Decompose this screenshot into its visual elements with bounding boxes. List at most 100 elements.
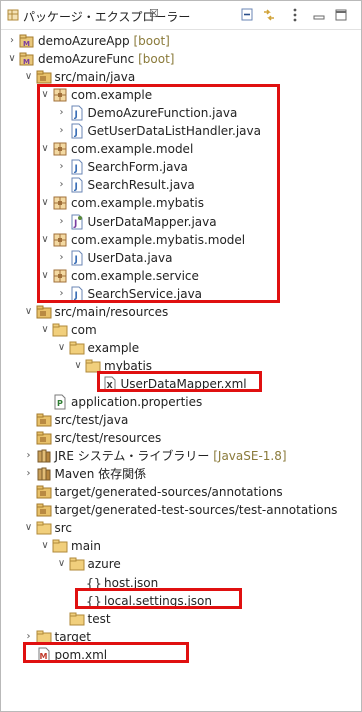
tree-item[interactable]: › J GetUserDataListHandler.java	[1, 122, 361, 140]
tree-item[interactable]: test	[1, 610, 361, 628]
tree-item[interactable]: ∨ main	[1, 537, 361, 555]
chevron-right-icon[interactable]: ›	[57, 105, 67, 121]
tree-item[interactable]: ∨ src	[1, 519, 361, 537]
tree-item[interactable]: ∨ src/main/java	[1, 68, 361, 86]
chevron-down-icon[interactable]: ∨	[24, 520, 34, 536]
chevron-right-icon[interactable]: ›	[57, 214, 67, 230]
tree-item-label: target	[54, 629, 92, 644]
source-folder-icon	[36, 430, 52, 446]
tree-item-label: GetUserDataListHandler.java	[87, 124, 261, 139]
link-with-editor-icon[interactable]	[261, 7, 277, 23]
chevron-down-icon[interactable]: ∨	[40, 87, 50, 103]
tree-item-label: src/main/resources	[54, 304, 169, 319]
tree-item[interactable]: ∨ MdemoAzureFunc [boot]	[1, 50, 361, 68]
view-menu-icon[interactable]	[287, 7, 303, 23]
tree-item-decoration: [boot]	[129, 34, 170, 48]
folder-icon	[69, 556, 85, 572]
tree-item[interactable]: ∨ com	[1, 321, 361, 339]
tree-item[interactable]: › target	[1, 628, 361, 646]
tree-item[interactable]: › MdemoAzureApp [boot]	[1, 32, 361, 50]
tree-item[interactable]: ∨ com.example.service	[1, 267, 361, 285]
tree-item[interactable]: › J UserDataMapper.java	[1, 213, 361, 231]
chevron-down-icon[interactable]: ∨	[24, 69, 34, 85]
package-explorer-view: パッケージ・エクスプローラー ☒ › MdemoAzureApp [boot] ∨ M…	[0, 0, 362, 712]
close-icon[interactable]: ☒	[149, 7, 159, 20]
tree-item[interactable]: ∨ example	[1, 339, 361, 357]
tree-item[interactable]: › Maven 依存関係	[1, 465, 361, 483]
json-file-icon: {}	[85, 575, 102, 592]
tree-item[interactable]: X UserDataMapper.xml	[1, 375, 361, 393]
tree-item[interactable]: › J SearchForm.java	[1, 158, 361, 176]
tree-item-decoration: [boot]	[134, 52, 175, 67]
tree-item-text: JRE システム・ライブラリー [JavaSE-1.8]	[55, 448, 287, 464]
svg-text:X: X	[106, 381, 113, 390]
tree-item[interactable]: ∨ mybatis	[1, 357, 361, 375]
chevron-down-icon[interactable]: ∨	[40, 141, 50, 157]
tree-item-label: local.settings.json	[104, 593, 212, 608]
tree-item[interactable]: › J SearchResult.java	[1, 176, 361, 194]
svg-text:M: M	[23, 40, 30, 48]
chevron-down-icon[interactable]: ∨	[57, 340, 67, 356]
tree-item[interactable]: › J UserData.java	[1, 249, 361, 267]
tree-item-label: SearchService.java	[87, 286, 203, 301]
tree-item-label: SearchForm.java	[87, 160, 188, 175]
tree-item-label: pom.xml	[54, 647, 108, 662]
chevron-down-icon[interactable]: ∨	[7, 51, 17, 67]
svg-text:{}: {}	[86, 577, 101, 591]
chevron-down-icon[interactable]: ∨	[24, 304, 34, 320]
chevron-right-icon[interactable]: ›	[24, 448, 34, 464]
svg-text:J: J	[73, 219, 77, 229]
project-icon: M	[19, 33, 35, 49]
tree-item[interactable]: Papplication.properties	[1, 393, 361, 411]
tree-item[interactable]: › J SearchService.java	[1, 285, 361, 303]
chevron-down-icon[interactable]: ∨	[73, 358, 83, 374]
chevron-down-icon[interactable]: ∨	[40, 195, 50, 211]
tree-item-label: main	[71, 539, 101, 554]
maven-pom-icon: M	[36, 647, 52, 663]
tree-item[interactable]: ∨ com.example.mybatis.model	[1, 231, 361, 249]
source-folder-icon	[36, 412, 52, 428]
tree-item-label: demoAzureApp	[38, 34, 130, 48]
tree-item[interactable]: ∨ com.example.mybatis	[1, 194, 361, 212]
chevron-right-icon[interactable]: ›	[24, 629, 34, 645]
tree-item-text: demoAzureApp [boot]	[38, 33, 170, 49]
chevron-right-icon[interactable]: ›	[57, 159, 67, 175]
tree-item-label: UserDataMapper.xml	[120, 376, 247, 391]
tree-item[interactable]: ∨ azure	[1, 555, 361, 573]
view-title[interactable]: パッケージ・エクスプローラー	[23, 8, 190, 25]
maximize-icon[interactable]	[333, 7, 349, 23]
chevron-down-icon[interactable]: ∨	[40, 322, 50, 338]
chevron-down-icon[interactable]: ∨	[40, 538, 50, 554]
minimize-icon[interactable]	[311, 7, 327, 23]
tree-item[interactable]: ∨ com.example	[1, 86, 361, 104]
chevron-down-icon[interactable]: ∨	[40, 232, 50, 248]
tree-item[interactable]: target/generated-test-sources/test-annot…	[1, 501, 361, 519]
chevron-right-icon[interactable]: ›	[7, 33, 17, 49]
tree-item[interactable]: target/generated-sources/annotations	[1, 483, 361, 501]
tree-item[interactable]: Mpom.xml	[1, 646, 361, 664]
svg-text:J: J	[73, 182, 77, 192]
tree-item[interactable]: src/test/java	[1, 411, 361, 429]
tree-item-label: src/test/resources	[54, 431, 162, 446]
chevron-right-icon[interactable]: ›	[57, 123, 67, 139]
tree-item-label: target/generated-sources/annotations	[54, 485, 283, 500]
tree-item-label: src/test/java	[54, 413, 129, 428]
collapse-all-icon[interactable]	[239, 7, 255, 23]
tree-item[interactable]: {} host.json	[1, 574, 361, 592]
tree-item[interactable]: {} local.settings.json	[1, 592, 361, 610]
chevron-down-icon[interactable]: ∨	[40, 268, 50, 284]
tree-item[interactable]: › JRE システム・ライブラリー [JavaSE-1.8]	[1, 447, 361, 465]
chevron-right-icon[interactable]: ›	[57, 286, 67, 302]
svg-text:J: J	[73, 291, 77, 301]
java-interface-icon: J	[69, 214, 85, 230]
folder-icon	[36, 629, 52, 645]
tree-item[interactable]: ∨ src/main/resources	[1, 303, 361, 321]
java-file-icon: J	[69, 250, 85, 266]
tree-item[interactable]: › J DemoAzureFunction.java	[1, 104, 361, 122]
chevron-right-icon[interactable]: ›	[24, 466, 34, 482]
chevron-right-icon[interactable]: ›	[57, 177, 67, 193]
chevron-right-icon[interactable]: ›	[57, 250, 67, 266]
tree-item[interactable]: src/test/resources	[1, 429, 361, 447]
tree-item[interactable]: ∨ com.example.model	[1, 140, 361, 158]
chevron-down-icon[interactable]: ∨	[57, 556, 67, 572]
